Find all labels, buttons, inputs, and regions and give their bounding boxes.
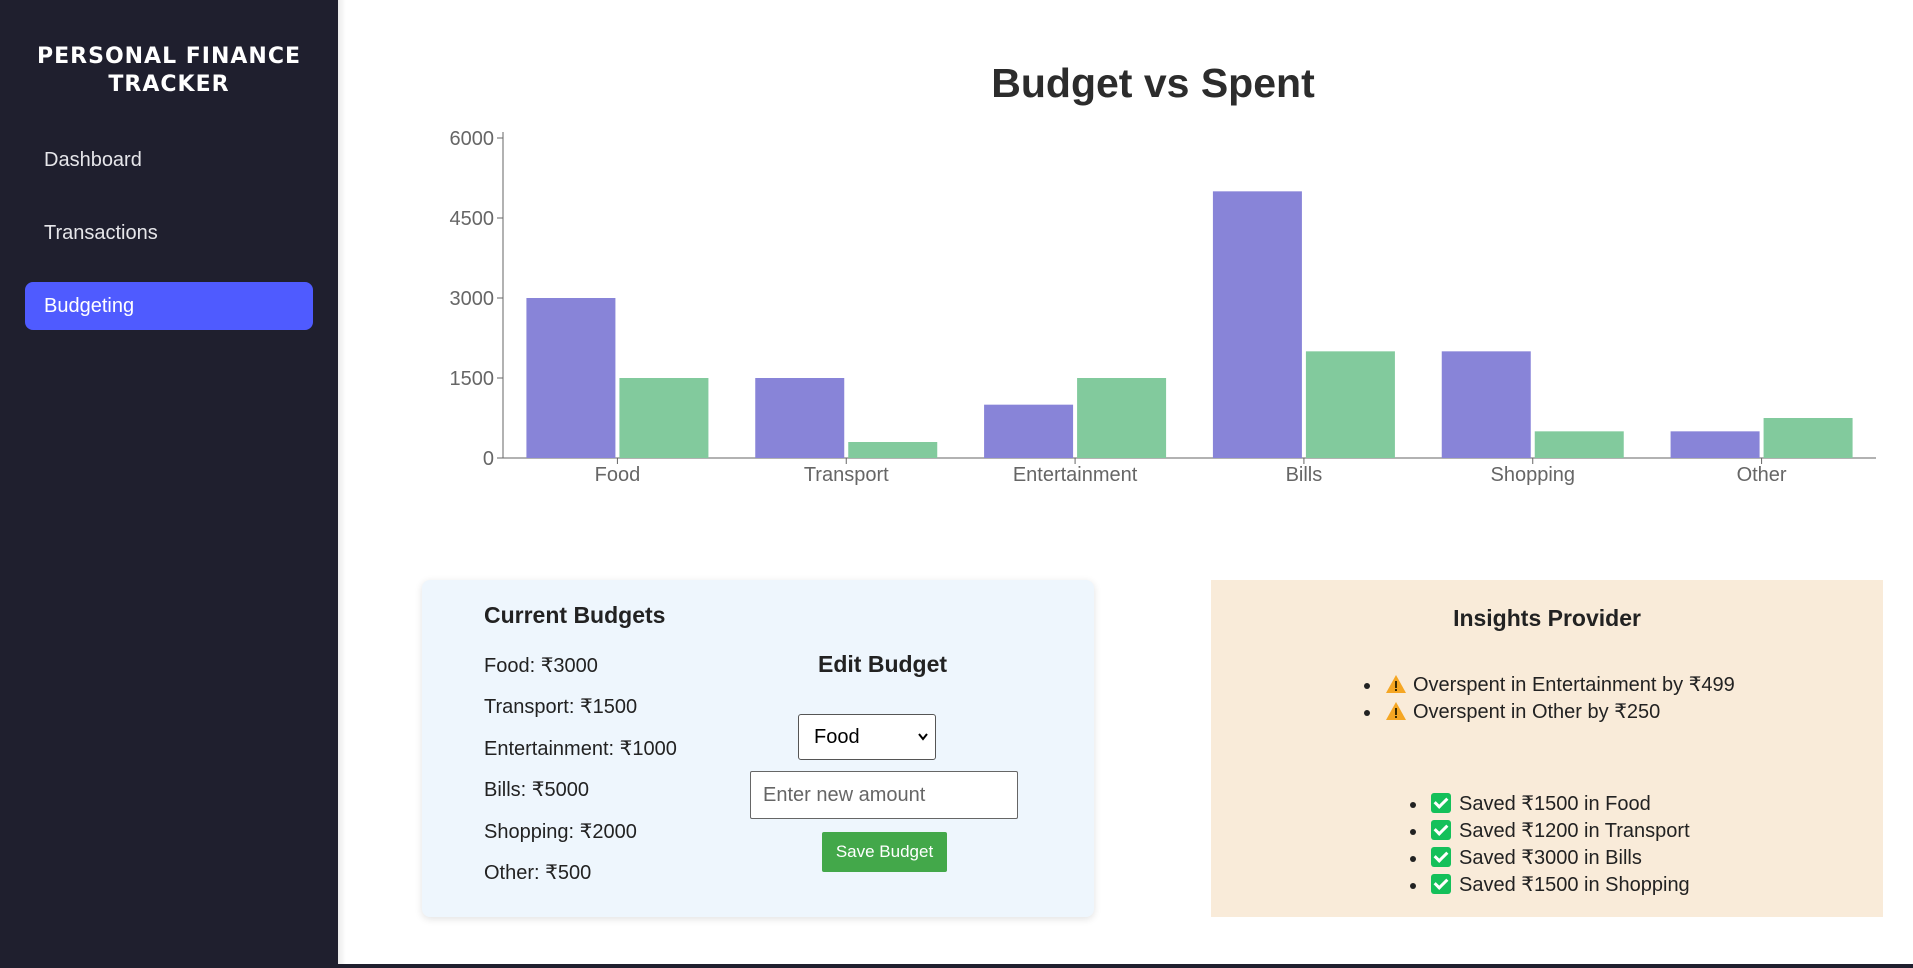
budget-item-bills: Bills: ₹5000: [484, 779, 589, 801]
y-tick-label: 6000: [450, 128, 495, 150]
warning-text: Overspent in Entertainment by ₹499: [1413, 674, 1735, 696]
checkmark-icon: [1431, 847, 1451, 867]
checkmark-icon: [1431, 820, 1451, 840]
x-tick-label: Other: [1737, 464, 1787, 486]
saving-item: Saved ₹1500 in Food: [1431, 791, 1651, 816]
y-tick-label: 0: [483, 448, 494, 470]
budget-item-other: Other: ₹500: [484, 862, 592, 884]
warning-item: Overspent in Entertainment by ₹499: [1385, 672, 1735, 697]
y-tick-label: 1500: [450, 368, 495, 390]
x-tick-label: Entertainment: [1013, 464, 1138, 486]
x-tick-label: Bills: [1286, 464, 1323, 486]
chevron-down-icon: [917, 715, 929, 776]
list-bullet: [1410, 829, 1416, 835]
saving-text: Saved ₹1500 in Food: [1459, 793, 1651, 815]
budget-card: Current Budgets Food: ₹3000 Transport: ₹…: [422, 580, 1094, 917]
saving-item: Saved ₹1200 in Transport: [1431, 818, 1690, 843]
checkmark-icon: [1431, 793, 1451, 813]
bar-entertainment-b[interactable]: [1077, 378, 1167, 458]
budget-item-shopping: Shopping: ₹2000: [484, 821, 637, 843]
saving-text: Saved ₹1500 in Shopping: [1459, 874, 1690, 896]
x-tick-label: Transport: [804, 464, 889, 486]
saving-text: Saved ₹1200 in Transport: [1459, 820, 1690, 842]
bar-shopping-b[interactable]: [1534, 431, 1624, 458]
budget-item-transport: Transport: ₹1500: [484, 696, 638, 718]
save-budget-button[interactable]: Save Budget: [822, 832, 947, 872]
bar-bills-a[interactable]: [1212, 191, 1302, 459]
amount-input[interactable]: [750, 771, 1018, 819]
x-tick-label: Shopping: [1490, 464, 1575, 486]
warning-icon: [1386, 702, 1406, 720]
insights-title: Insights Provider: [1453, 605, 1641, 631]
bar-entertainment-a[interactable]: [984, 404, 1074, 458]
edit-budget-title: Edit Budget: [818, 651, 948, 677]
category-select-value: Food: [814, 726, 860, 748]
bar-food-a[interactable]: [526, 298, 616, 458]
insights-card: Insights Provider Overspent in Entertain…: [1211, 580, 1883, 917]
saving-item: Saved ₹3000 in Bills: [1431, 845, 1642, 870]
warning-icon: [1386, 675, 1406, 693]
list-bullet: [1364, 683, 1370, 689]
budget-item-entertainment: Entertainment: ₹1000: [484, 738, 677, 760]
saving-text: Saved ₹3000 in Bills: [1459, 847, 1642, 869]
list-bullet: [1410, 856, 1416, 862]
bar-other-a[interactable]: [1670, 431, 1760, 458]
bar-bills-b[interactable]: [1305, 351, 1395, 458]
bar-transport-a[interactable]: [755, 378, 845, 458]
current-budgets-title: Current Budgets: [484, 602, 666, 628]
warning-item: Overspent in Other by ₹250: [1385, 699, 1660, 724]
list-bullet: [1364, 710, 1370, 716]
list-bullet: [1410, 802, 1416, 808]
category-select[interactable]: Food: [798, 714, 936, 760]
bar-other-b[interactable]: [1763, 418, 1853, 458]
bar-transport-b[interactable]: [848, 442, 938, 458]
bar-shopping-a[interactable]: [1441, 351, 1531, 458]
list-bullet: [1410, 883, 1416, 889]
checkmark-icon: [1431, 874, 1451, 894]
bar-food-b[interactable]: [619, 378, 709, 458]
x-tick-label: Food: [595, 464, 641, 486]
saving-item: Saved ₹1500 in Shopping: [1431, 872, 1690, 897]
budget-item-food: Food: ₹3000: [484, 655, 598, 677]
y-tick-label: 4500: [450, 208, 495, 230]
y-tick-label: 3000: [450, 288, 495, 310]
warning-text: Overspent in Other by ₹250: [1413, 701, 1661, 723]
